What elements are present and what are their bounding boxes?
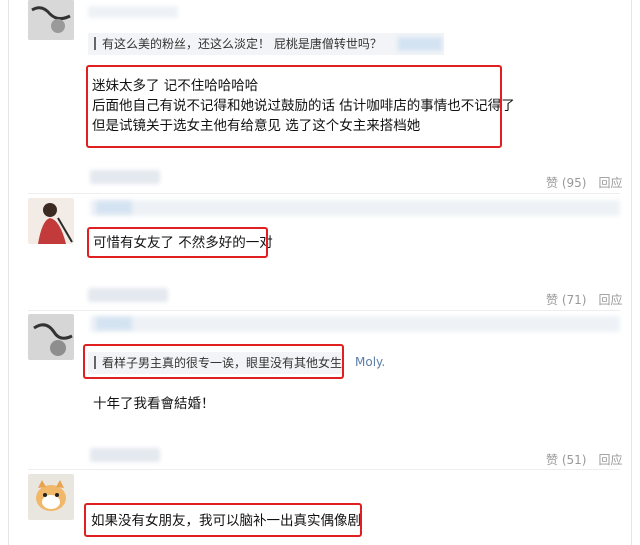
avatar[interactable] [28,198,74,244]
like-button[interactable]: 赞 (95) [546,176,586,190]
avatar-image [28,474,74,520]
highlight-box [87,227,268,258]
like-button[interactable]: 赞 (51) [546,453,586,467]
avatar[interactable] [28,314,74,360]
divider [28,310,620,311]
quote-bar [94,37,96,50]
quoted-blurred [90,316,620,332]
avatar-image [28,0,74,40]
quoted-blurred [90,200,620,216]
avatar-image [28,314,74,360]
username-blurred [88,288,168,302]
avatar[interactable] [28,474,74,520]
highlight-box [84,503,362,537]
right-border [631,0,632,545]
quote-text: 有这么美的粉丝，还这么淡定！ 屁桃是唐僧转世吗？ [102,37,382,51]
quote-user-blurred[interactable] [398,37,442,51]
comment-meta: 赞 (95) 回应 [546,174,622,191]
reply-button[interactable]: 回应 [598,453,622,467]
avatar-image [28,198,74,244]
divider [28,469,620,470]
reply-text: 十年了我看會結婚！ [93,396,215,412]
like-button[interactable]: 赞 (71) [546,293,586,307]
left-border [8,0,9,545]
username-blurred [90,448,160,462]
avatar[interactable] [28,0,74,40]
quote-user-link[interactable]: Moly. [355,355,385,369]
comment-meta: 赞 (71) 回应 [546,291,622,308]
reply-button[interactable]: 回应 [598,293,622,307]
quoted-user-blurred [96,317,132,330]
comment-meta: 赞 (51) 回应 [546,451,622,468]
username-blurred [88,6,178,18]
reply-button[interactable]: 回应 [598,176,622,190]
username-blurred [90,170,160,184]
highlight-box [86,65,502,148]
quoted-user-blurred [96,201,132,214]
highlight-box [83,344,344,379]
divider [28,193,620,194]
quoted-comment: 有这么美的粉丝，还这么淡定！ 屁桃是唐僧转世吗？ [88,33,444,55]
